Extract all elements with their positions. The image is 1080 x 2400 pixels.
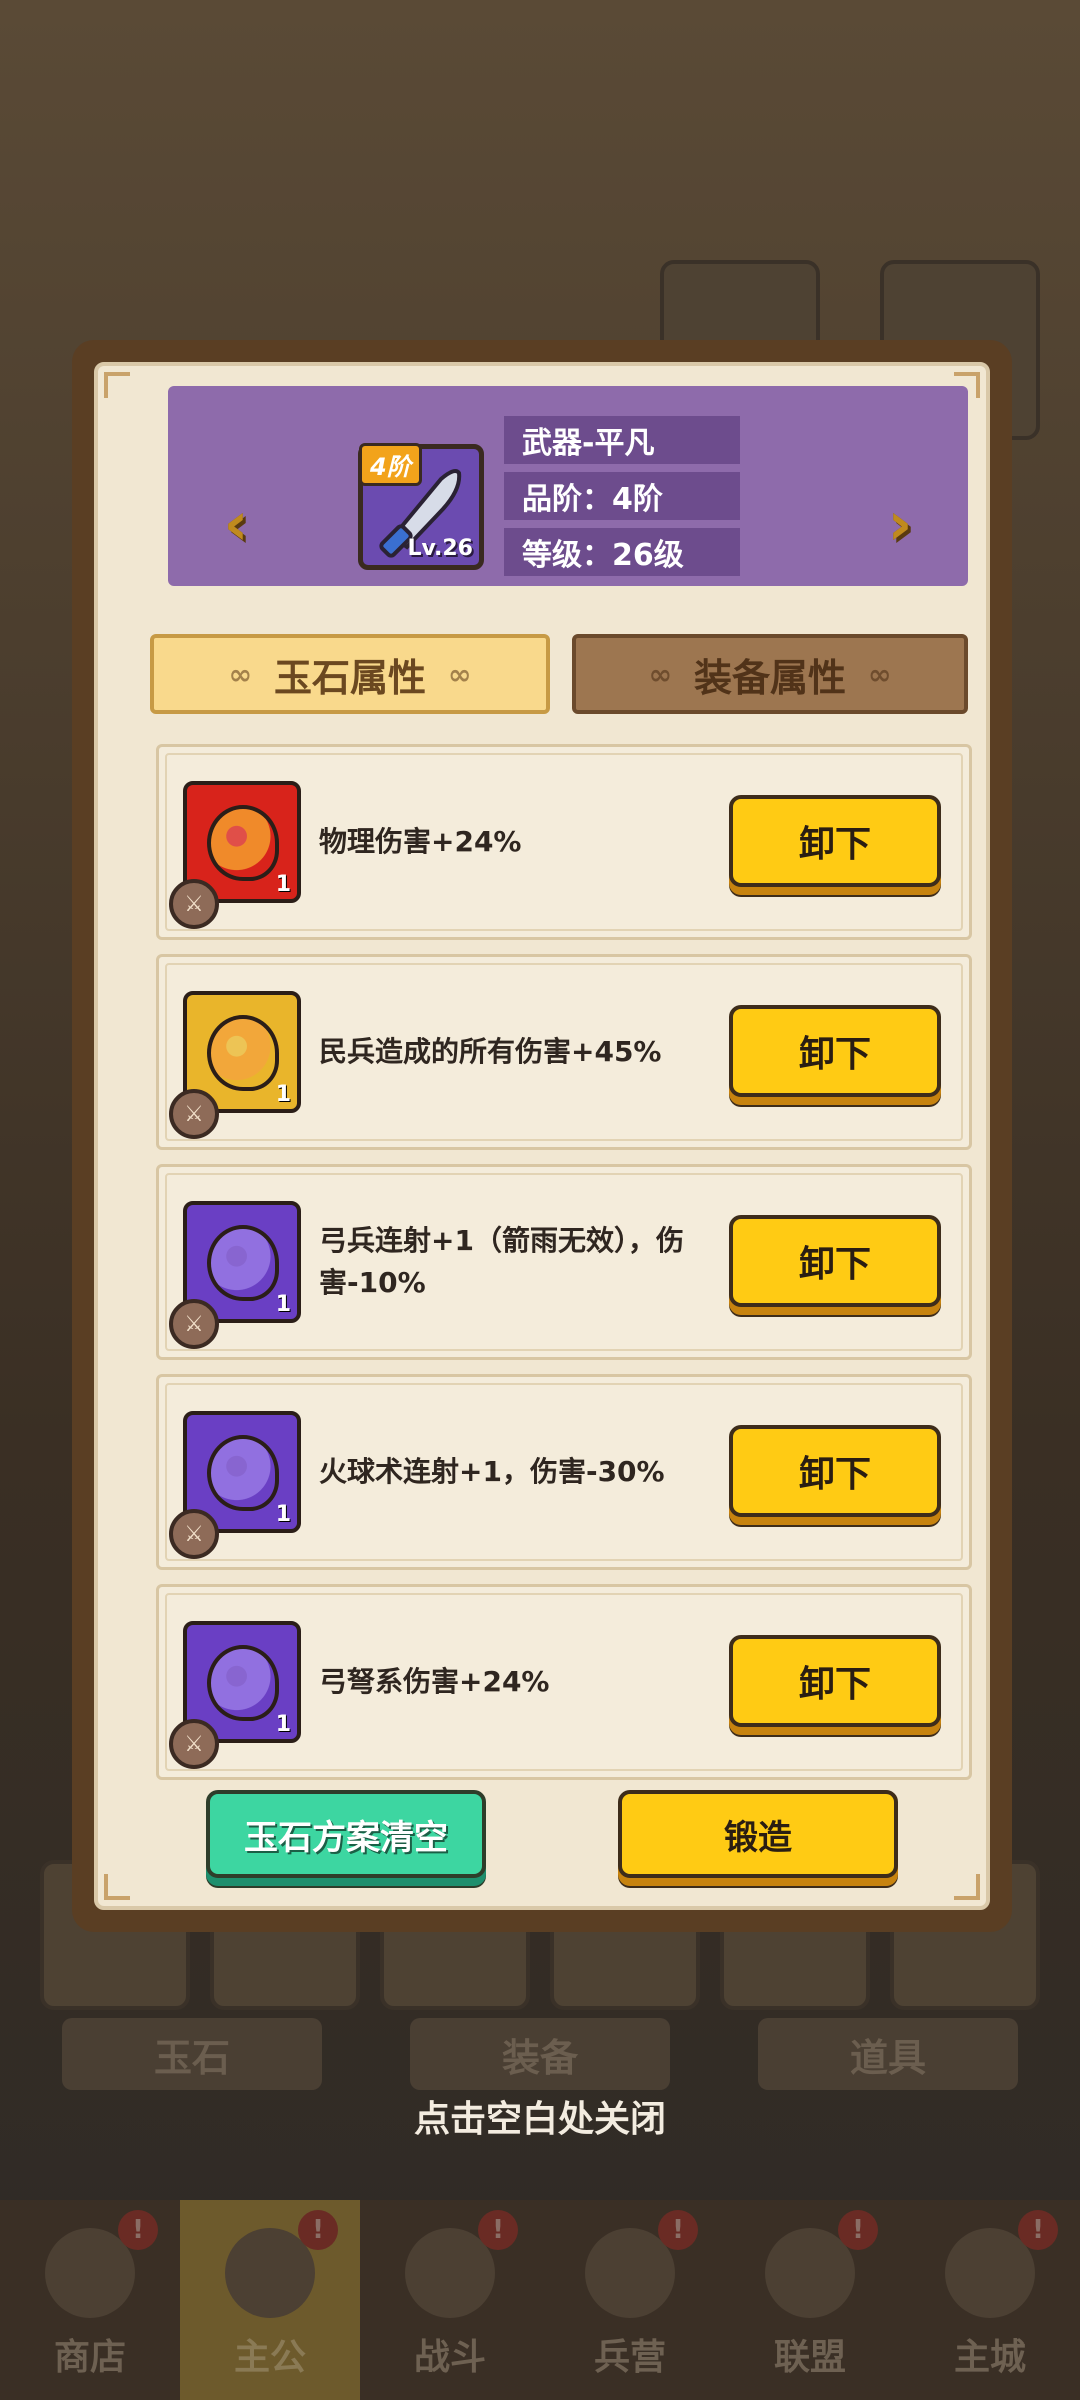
jade-description: 民兵造成的所有伤害+45%	[319, 1035, 662, 1068]
jade-row: 1 ⚔ 民兵造成的所有伤害+45% 卸下	[156, 954, 972, 1150]
jade-description: 弓弩系伤害+24%	[319, 1665, 550, 1698]
tab-jade-attributes[interactable]: ∞ 玉石属性 ∞	[150, 634, 550, 714]
close-hint[interactable]: 点击空白处关闭	[0, 2090, 1080, 2142]
alert-badge: !	[1018, 2210, 1058, 2250]
nav-shop[interactable]: ! 商店	[0, 2200, 180, 2400]
corner-ornament	[104, 1874, 130, 1900]
tab-label: 装备属性	[693, 655, 846, 700]
nav-label: 战斗	[413, 2337, 486, 2378]
sword-icon: ⚔	[169, 1299, 219, 1349]
jade-row: 1 ⚔ 弓兵连射+1（箭雨无效），伤害-10% 卸下	[156, 1164, 972, 1360]
bg-tab-items: 道具	[758, 2018, 1018, 2090]
jade-count: 1	[275, 1502, 291, 1527]
gem-shape	[207, 1225, 279, 1301]
sword-icon: ⚔	[169, 879, 219, 929]
item-header-banner: ‹ › 4阶 Lv.26 武器-平凡 品阶：4阶 等级：26级	[162, 386, 974, 600]
alert-badge: !	[478, 2210, 518, 2250]
alert-badge: !	[838, 2210, 878, 2250]
jade-count: 1	[275, 1292, 291, 1317]
alert-badge: !	[658, 2210, 698, 2250]
dialog-panel: ‹ › 4阶 Lv.26 武器-平凡 品阶：4阶 等级：26级 ∞ 玉石属性 ∞…	[94, 362, 990, 1910]
alert-badge: !	[118, 2210, 158, 2250]
jade-count: 1	[275, 1712, 291, 1737]
unequip-button[interactable]: 卸下	[729, 1215, 941, 1307]
tab-equipment-attributes[interactable]: ∞ 装备属性 ∞	[572, 634, 968, 714]
bg-tab-jade: 玉石	[62, 2018, 322, 2090]
gem-shape	[207, 805, 279, 881]
item-level-text: 等级：26级	[504, 528, 740, 576]
unequip-button[interactable]: 卸下	[729, 1635, 941, 1727]
swirl-icon: ∞	[228, 657, 252, 691]
nav-city[interactable]: ! 主城	[900, 2200, 1080, 2400]
jade-dialog: ‹ › 4阶 Lv.26 武器-平凡 品阶：4阶 等级：26级 ∞ 玉石属性 ∞…	[72, 340, 1012, 1932]
nav-battle[interactable]: ! 战斗	[360, 2200, 540, 2400]
tab-label: 玉石属性	[273, 655, 426, 700]
sword-icon: ⚔	[169, 1719, 219, 1769]
corner-ornament	[104, 372, 130, 398]
item-name: 武器-平凡	[504, 416, 740, 464]
bg-tab-equipment: 装备	[410, 2018, 670, 2090]
jade-row: 1 ⚔ 物理伤害+24% 卸下	[156, 744, 972, 940]
gem-shape	[207, 1015, 279, 1091]
prev-arrow-icon[interactable]: ‹	[208, 486, 264, 562]
weapon-icon: 4阶 Lv.26	[358, 443, 484, 570]
nav-barracks[interactable]: ! 兵营	[540, 2200, 720, 2400]
jade-count: 1	[275, 1082, 291, 1107]
nav-lord[interactable]: ! 主公	[180, 2200, 360, 2400]
jade-description: 物理伤害+24%	[319, 825, 522, 858]
jade-description: 弓兵连射+1（箭雨无效），伤害-10%	[319, 1224, 684, 1299]
unequip-button[interactable]: 卸下	[729, 1425, 941, 1517]
nav-label: 兵营	[593, 2337, 666, 2378]
bottom-nav: ! 商店 ! 主公 ! 战斗 ! 兵营 ! 联盟 ! 主城	[0, 2200, 1080, 2400]
item-quality: 品阶：4阶	[504, 472, 740, 520]
sword-icon: ⚔	[169, 1509, 219, 1559]
nav-label: 主公	[233, 2337, 306, 2378]
swirl-icon: ∞	[448, 657, 472, 691]
gem-shape	[207, 1645, 279, 1721]
jade-row: 1 ⚔ 火球术连射+1，伤害-30% 卸下	[156, 1374, 972, 1570]
jade-row: 1 ⚔ 弓弩系伤害+24% 卸下	[156, 1584, 972, 1780]
swirl-icon: ∞	[648, 657, 672, 691]
tier-badge: 4阶	[359, 443, 422, 486]
unequip-button[interactable]: 卸下	[729, 1005, 941, 1097]
unequip-button[interactable]: 卸下	[729, 795, 941, 887]
alert-badge: !	[298, 2210, 338, 2250]
swirl-icon: ∞	[868, 657, 892, 691]
clear-jade-plan-button[interactable]: 玉石方案清空	[206, 1790, 486, 1878]
nav-label: 联盟	[773, 2337, 846, 2378]
nav-alliance[interactable]: ! 联盟	[720, 2200, 900, 2400]
forge-button[interactable]: 锻造	[618, 1790, 898, 1878]
sword-icon: ⚔	[169, 1089, 219, 1139]
nav-label: 主城	[953, 2337, 1026, 2378]
gem-shape	[207, 1435, 279, 1511]
next-arrow-icon[interactable]: ›	[872, 486, 928, 562]
nav-label: 商店	[53, 2337, 126, 2378]
corner-ornament	[954, 1874, 980, 1900]
item-level: Lv.26	[407, 536, 473, 561]
jade-description: 火球术连射+1，伤害-30%	[319, 1455, 665, 1488]
jade-count: 1	[275, 872, 291, 897]
